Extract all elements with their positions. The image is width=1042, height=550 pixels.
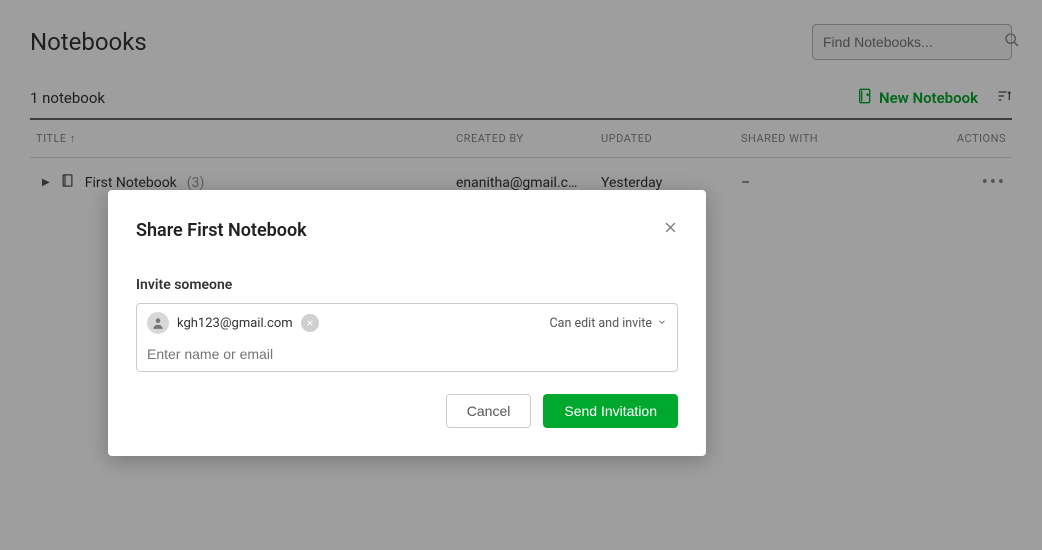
chip-email: kgh123@gmail.com bbox=[177, 316, 293, 331]
modal-buttons: Cancel Send Invitation bbox=[136, 394, 678, 428]
permission-label: Can edit and invite bbox=[550, 316, 652, 331]
invite-label: Invite someone bbox=[136, 277, 678, 293]
send-invitation-button[interactable]: Send Invitation bbox=[543, 394, 678, 428]
cancel-button[interactable]: Cancel bbox=[446, 394, 532, 428]
permission-select[interactable]: Can edit and invite bbox=[550, 316, 667, 331]
modal-header: Share First Notebook bbox=[136, 220, 678, 241]
share-modal: Share First Notebook Invite someone kgh1… bbox=[108, 190, 706, 456]
chevron-down-icon bbox=[657, 316, 667, 331]
chip-row: kgh123@gmail.com Can edit and invite bbox=[147, 312, 667, 334]
modal-title: Share First Notebook bbox=[136, 220, 307, 241]
chip-remove-icon[interactable] bbox=[301, 314, 319, 332]
invite-chip: kgh123@gmail.com bbox=[147, 312, 319, 334]
invite-box[interactable]: kgh123@gmail.com Can edit and invite bbox=[136, 303, 678, 372]
invite-input[interactable] bbox=[147, 346, 667, 362]
avatar-icon bbox=[147, 312, 169, 334]
close-icon[interactable] bbox=[663, 220, 678, 239]
